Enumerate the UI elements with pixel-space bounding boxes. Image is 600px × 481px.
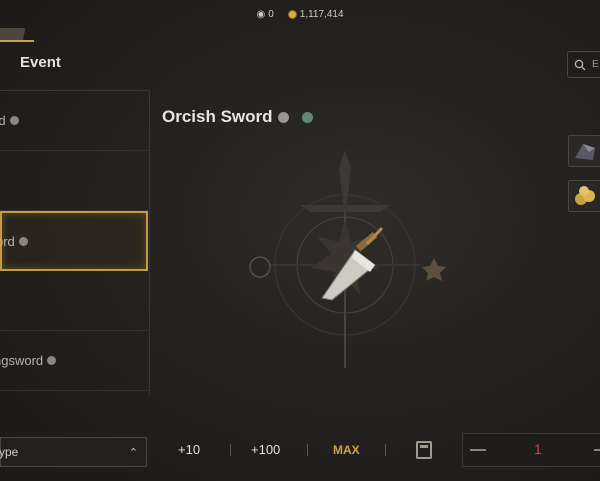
divider [307,444,308,456]
gold-currency: 1,117,414 [287,8,344,20]
eye-count: 0 [268,8,274,20]
eye-currency: ◉ 0 [256,9,273,20]
type-dropdown[interactable]: ype ⌃ [0,437,147,467]
currency-bar: ◉ 0 1,117,414 [0,0,600,28]
calculator-icon[interactable] [416,441,432,459]
gear-icon [18,236,28,246]
decrease-button[interactable] [470,449,486,451]
add-10-button[interactable]: +10 [178,442,200,457]
list-item-label: rd [0,113,6,128]
header-decoration [0,28,34,42]
item-list: rd ord ngsword [0,90,150,395]
ore-icon [575,144,595,160]
quantity-value[interactable]: 1 [534,441,542,457]
gear-icon [9,116,19,125]
list-item[interactable] [0,271,150,331]
list-item-label: ord [0,233,15,249]
divider [230,444,231,456]
item-title: Orcish Sword [162,107,313,127]
search-icon [574,59,586,70]
gold-pile-icon [575,186,595,205]
list-item-label: ngsword [0,353,44,368]
gold-amount: 1,117,414 [299,8,344,20]
list-item[interactable]: ngsword [0,331,150,391]
gear-icon [47,356,57,365]
reward-slot-material[interactable] [568,135,600,167]
search-button[interactable]: E [567,51,600,78]
divider [385,444,386,456]
reward-slot-gold[interactable] [568,180,600,212]
gold-coin-icon [287,9,297,19]
info-icon[interactable] [277,111,289,123]
list-item[interactable]: rd [0,91,150,151]
add-100-button[interactable]: +100 [251,442,280,457]
list-item[interactable] [0,151,150,211]
tradable-icon [301,111,313,123]
type-dropdown-label: ype [0,445,19,459]
item-title-text: Orcish Sword [162,107,273,126]
tab-event[interactable]: Event [20,54,61,71]
list-item-selected[interactable]: ord [0,211,148,271]
increase-button[interactable] [594,449,600,451]
chevron-up-icon: ⌃ [128,446,138,459]
item-emblem [249,150,446,368]
max-button[interactable]: MAX [333,443,360,457]
eye-icon: ◉ [256,8,266,20]
search-label: E [592,59,599,70]
